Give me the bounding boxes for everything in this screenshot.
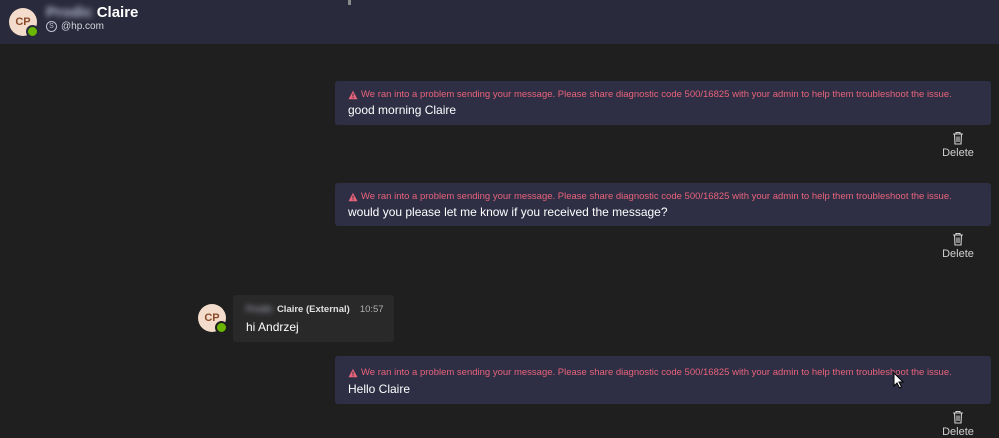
delete-label: Delete	[942, 147, 974, 159]
message-meta: Prodic Claire (External) 10:57	[246, 304, 384, 315]
chat-header: CP Prodic Claire S @hp.com	[0, 0, 999, 44]
contact-first-name: Claire	[96, 4, 139, 21]
presence-available-icon	[26, 25, 39, 38]
warning-icon	[348, 192, 358, 201]
error-banner: We ran into a problem sending your messa…	[348, 89, 952, 100]
error-text: We ran into a problem sending your messa…	[361, 367, 952, 378]
warning-icon	[348, 368, 358, 377]
email-text: @hp.com	[61, 21, 104, 32]
message-text: good morning Claire	[348, 103, 457, 117]
delete-label: Delete	[942, 248, 974, 260]
error-banner: We ran into a problem sending your messa…	[348, 191, 952, 202]
message-text: Hello Claire	[348, 382, 411, 396]
error-text: We ran into a problem sending your messa…	[361, 191, 952, 202]
received-message[interactable]: Prodic Claire (External) 10:57 hi Andrze…	[233, 295, 394, 342]
contact-email: S @hp.com	[46, 21, 104, 32]
divider	[348, 0, 351, 5]
mouse-cursor-icon	[893, 372, 904, 389]
presence-available-icon	[215, 321, 228, 334]
redacted-name: Prodic	[46, 4, 93, 21]
sent-message[interactable]: We ran into a problem sending your messa…	[335, 81, 991, 125]
error-banner: We ran into a problem sending your messa…	[348, 367, 952, 378]
skype-icon: S	[46, 21, 57, 32]
message-text: hi Andrzej	[246, 320, 299, 334]
trash-icon	[953, 232, 963, 246]
sent-message[interactable]: We ran into a problem sending your messa…	[335, 183, 991, 226]
delete-label: Delete	[942, 426, 974, 438]
message-text: would you please let me know if you rece…	[348, 205, 668, 219]
error-text: We ran into a problem sending your messa…	[361, 89, 952, 100]
delete-button[interactable]: Delete	[936, 131, 980, 159]
delete-button[interactable]: Delete	[936, 410, 980, 438]
message-time: 10:57	[359, 304, 384, 315]
sender-name: Claire (External)	[276, 304, 350, 315]
redacted-name: Prodic	[246, 304, 273, 315]
contact-name[interactable]: Prodic Claire	[46, 4, 138, 21]
trash-icon	[953, 131, 963, 145]
warning-icon	[348, 90, 358, 99]
sender-avatar[interactable]: CP	[198, 304, 228, 334]
trash-icon	[953, 410, 963, 424]
delete-button[interactable]: Delete	[936, 232, 980, 260]
avatar[interactable]: CP	[9, 8, 39, 38]
